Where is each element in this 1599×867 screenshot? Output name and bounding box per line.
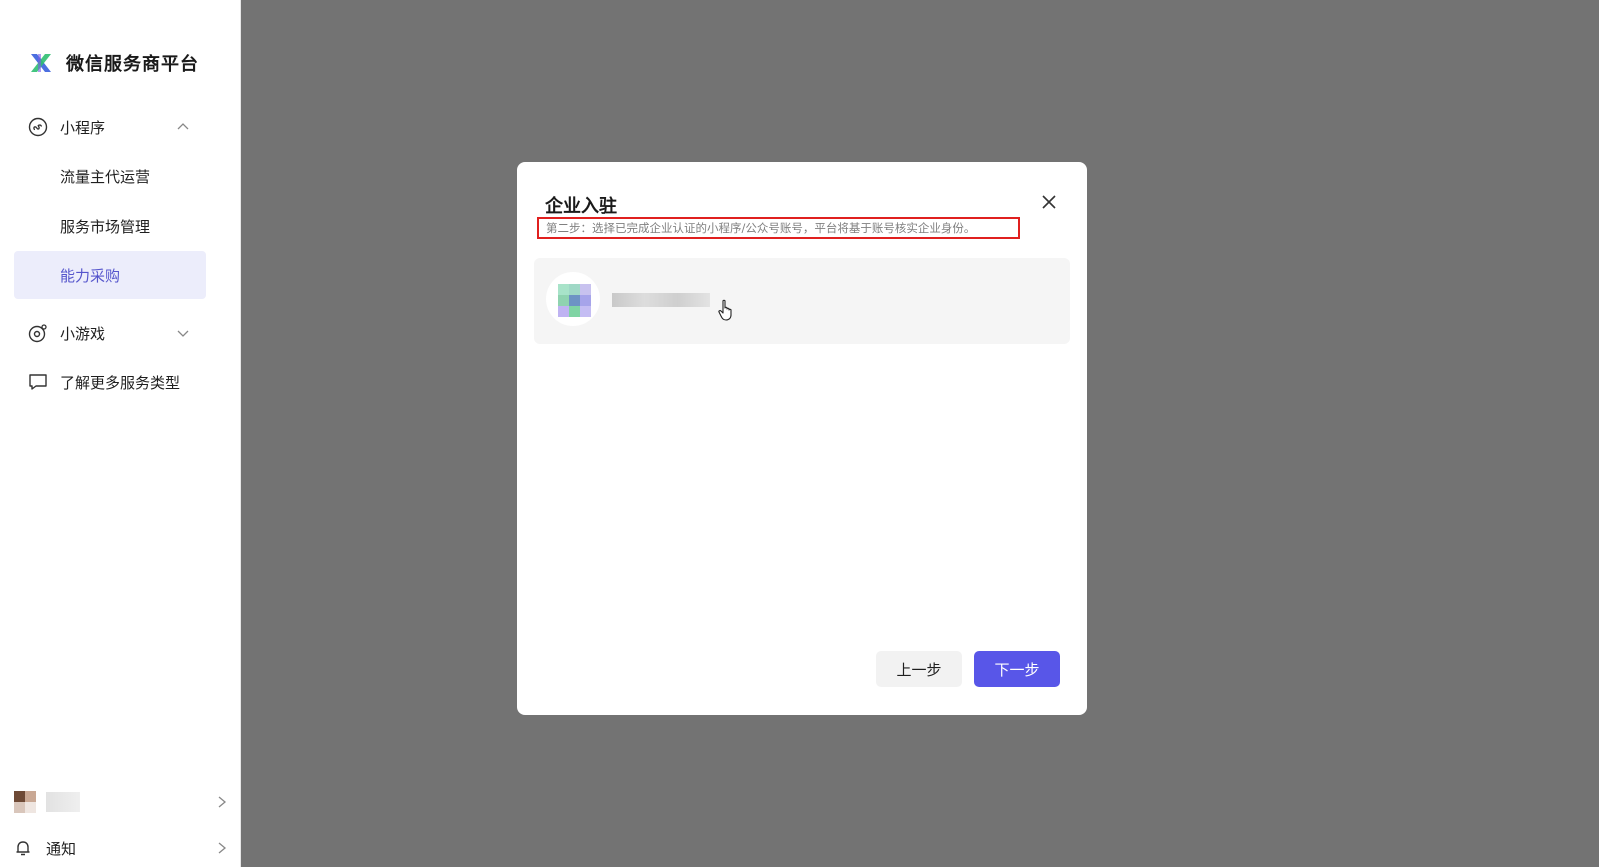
nav-mini-game[interactable]: 小游戏: [14, 309, 206, 357]
avatar: [14, 791, 36, 813]
chevron-down-icon[interactable]: [176, 326, 190, 340]
nav-more-services[interactable]: 了解更多服务类型: [14, 358, 206, 406]
chevron-right-icon: [218, 842, 227, 854]
sidebar-item-label: 服务市场管理: [60, 217, 151, 236]
chevron-right-icon: [218, 796, 227, 808]
sidebar-item-capability-purchase[interactable]: 能力采购: [14, 251, 206, 299]
brand[interactable]: 微信服务商平台: [30, 50, 199, 76]
sidebar: 微信服务商平台 小程序 流量主代运营 服务市场管理 能力采购 小游戏 了解更多服…: [0, 0, 241, 867]
sidebar-item-market-mgmt[interactable]: 服务市场管理: [14, 202, 206, 250]
nav-mini-program[interactable]: 小程序: [14, 103, 206, 151]
account-name-blurred: [612, 293, 710, 307]
nav-more-services-label: 了解更多服务类型: [60, 373, 181, 392]
mini-game-icon: [28, 323, 48, 343]
enterprise-onboarding-dialog: 企业入驻 第二步：选择已完成企业认证的小程序/公众号账号，平台将基于账号核实企业…: [517, 162, 1087, 715]
next-step-button[interactable]: 下一步: [974, 651, 1060, 687]
hand-pointer-icon: [718, 299, 732, 321]
previous-step-button[interactable]: 上一步: [876, 651, 962, 687]
account-name-blurred: [46, 792, 80, 812]
sidebar-item-traffic-ops[interactable]: 流量主代运营: [14, 152, 206, 200]
mini-program-icon: [28, 117, 48, 137]
sidebar-item-label: 能力采购: [60, 266, 121, 285]
account-avatar: [546, 272, 600, 326]
account-option[interactable]: [534, 258, 1070, 344]
notifications[interactable]: 通知: [14, 834, 228, 862]
chevron-up-icon[interactable]: [176, 120, 190, 134]
sidebar-item-label: 流量主代运营: [60, 167, 151, 186]
notifications-label: 通知: [46, 839, 77, 858]
wechat-service-logo-icon: [31, 54, 51, 72]
chat-bubble-icon: [28, 372, 48, 392]
bell-icon: [16, 841, 30, 856]
step-hint-text: 第二步：选择已完成企业认证的小程序/公众号账号，平台将基于账号核实企业身份。: [537, 217, 1020, 239]
close-icon[interactable]: [1039, 192, 1059, 212]
account-switcher[interactable]: [14, 786, 228, 818]
nav-mini-game-label: 小游戏: [60, 324, 106, 343]
brand-name: 微信服务商平台: [66, 54, 199, 75]
nav-mini-program-label: 小程序: [60, 118, 106, 137]
dialog-title: 企业入驻: [545, 196, 617, 217]
